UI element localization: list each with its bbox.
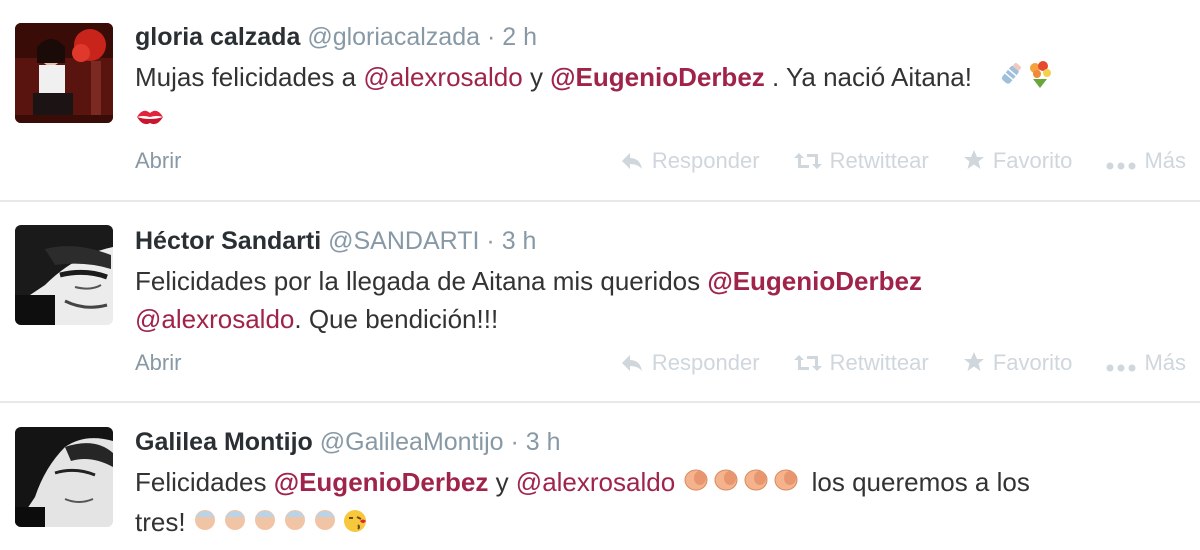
retweet-button[interactable]: Retwittear (793, 148, 929, 174)
tweet-text-part: los queremos a los (804, 467, 1030, 497)
baby-icon (193, 505, 343, 543)
retweet-button[interactable]: Retwittear (793, 350, 929, 376)
retweet-icon (793, 355, 822, 371)
mention-link[interactable]: @alexrosaldo (516, 467, 675, 497)
separator: · (486, 23, 496, 51)
more-dots-icon (1106, 162, 1136, 170)
separator: · (486, 227, 495, 255)
tweet-timestamp[interactable]: 2 h (502, 23, 537, 51)
favorite-button[interactable]: Favorito (963, 350, 1072, 376)
tweet-actions: Responder Retwittear Favorito Más (592, 148, 1186, 174)
reply-icon (621, 153, 642, 169)
mention-link[interactable]: @EugenioDerbez (707, 266, 922, 296)
tweet-text-part: Felicidades (135, 467, 274, 497)
author-handle[interactable]: @GalileaMontijo (320, 428, 504, 456)
baby-bottle-icon (997, 60, 1025, 98)
mention-link[interactable]: @alexrosaldo (135, 304, 294, 334)
bouquet-icon (1025, 59, 1055, 99)
tweet-text-part: Mujas felicidades a (135, 62, 364, 92)
tweet-text-part: . Ya nació Aitana! (764, 62, 972, 92)
tweet-gloria-calzada[interactable]: gloria calzada @gloriacalzada · 2 h Muja… (0, 0, 1200, 200)
tweet-text-part: tres! (135, 507, 186, 538)
tweet-text: Felicidades por la llegada de Aitana mis… (135, 262, 1186, 338)
separator: · (510, 428, 519, 456)
retweet-icon (793, 153, 822, 169)
tweet-text: Felicidades @EugenioDerbez y @alexrosald… (135, 463, 1186, 543)
more-button[interactable]: Más (1106, 148, 1186, 174)
tweet-text-part: y (522, 62, 551, 92)
mention-link[interactable]: @EugenioDerbez (274, 467, 489, 497)
tweet-text-part: y (488, 467, 516, 497)
reply-button[interactable]: Responder (620, 350, 760, 376)
tweet-timestamp[interactable]: 3 h (502, 227, 537, 255)
tweet-text-part: . Que bendición!!! (294, 304, 499, 334)
star-icon (963, 352, 984, 371)
tweet-timestamp[interactable]: 3 h (526, 428, 561, 456)
more-label: Más (1144, 350, 1186, 375)
favorite-button[interactable]: Favorito (963, 148, 1072, 174)
retweet-label: Retwittear (829, 350, 929, 375)
reply-label: Responder (651, 148, 760, 173)
tweet-text-part: Felicidades por la llegada de Aitana mis… (135, 266, 708, 296)
tweet-actions: Responder Retwittear Favorito Más (592, 350, 1186, 376)
reply-button[interactable]: Responder (620, 148, 760, 174)
kiss-mark-icon (135, 101, 165, 139)
reply-icon (621, 355, 642, 371)
author-handle[interactable]: @gloriacalzada (307, 23, 480, 51)
star-icon (963, 150, 984, 169)
author-name[interactable]: Galilea Montijo (135, 428, 313, 456)
tweet-text: Mujas felicidades a @alexrosaldo y @Euge… (135, 58, 1186, 139)
avatar-hector-sandarti[interactable] (15, 225, 113, 325)
open-tweet-link[interactable]: Abrir (135, 148, 181, 174)
more-dots-icon (1106, 364, 1136, 372)
tweet-galilea-montijo[interactable]: Galilea Montijo @GalileaMontijo · 3 h Fe… (0, 403, 1200, 550)
tweet-hector-sandarti[interactable]: Héctor Sandarti @SANDARTI · 3 h Felicida… (0, 202, 1200, 400)
retweet-label: Retwittear (829, 148, 929, 173)
author-name[interactable]: gloria calzada (135, 23, 300, 51)
favorite-label: Favorito (992, 350, 1073, 375)
clapping-hands-icon (682, 465, 804, 503)
mention-link[interactable]: @EugenioDerbez (550, 62, 765, 92)
author-name[interactable]: Héctor Sandarti (135, 227, 321, 255)
author-handle[interactable]: @SANDARTI (328, 227, 479, 255)
more-label: Más (1144, 148, 1186, 173)
reply-label: Responder (651, 350, 760, 375)
more-button[interactable]: Más (1106, 350, 1186, 376)
avatar-gloria-calzada[interactable] (15, 23, 113, 123)
mention-link[interactable]: @alexrosaldo (363, 62, 522, 92)
open-tweet-link[interactable]: Abrir (135, 350, 181, 376)
avatar-galilea-montijo[interactable] (15, 427, 113, 527)
favorite-label: Favorito (992, 148, 1073, 173)
face-blowing-kiss-icon (343, 505, 367, 543)
